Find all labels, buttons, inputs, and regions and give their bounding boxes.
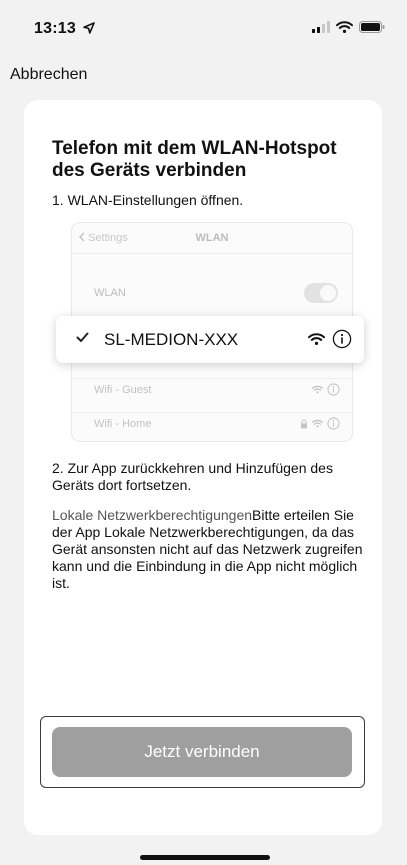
- illustration-wlan-row: WLAN: [72, 278, 352, 308]
- status-time-text: 13:13: [34, 20, 76, 37]
- status-time: 13:13: [34, 20, 95, 38]
- signal-icon: [312, 21, 330, 33]
- checkmark-icon: [76, 332, 89, 342]
- info-icon: [327, 417, 340, 430]
- connect-button-frame: Jetzt verbinden: [40, 716, 365, 788]
- illustration-navbar: Settings WLAN: [72, 223, 352, 253]
- home-indicator: [140, 855, 270, 860]
- instruction-card: Telefon mit dem WLAN-Hotspot des Geräts …: [24, 100, 382, 835]
- wifi-icon: [312, 419, 323, 428]
- illustration-network-label: Wifi - Home: [94, 418, 152, 430]
- cancel-button[interactable]: Abbrechen: [10, 66, 87, 84]
- illustration-wlan-label: WLAN: [94, 287, 126, 299]
- toggle-knob: [320, 285, 336, 301]
- illustration-nav-title: WLAN: [195, 232, 229, 244]
- connect-button[interactable]: Jetzt verbinden: [52, 727, 352, 777]
- step-2-text: 2. Zur App zurückkehren und Hinzufügen d…: [52, 460, 333, 493]
- info-icon: [327, 383, 340, 396]
- permission-heading: Lokale Netzwerkberechtigungen: [52, 507, 253, 523]
- selected-network-highlight: SL-MEDION-XXX: [56, 316, 364, 363]
- wifi-icon: [312, 385, 323, 394]
- wifi-icon: [308, 333, 325, 345]
- step-1-text: 1. WLAN-Einstellungen öffnen.: [52, 192, 244, 208]
- location-arrow-icon: [82, 22, 95, 34]
- selected-network-name: SL-MEDION-XXX: [104, 330, 239, 349]
- info-icon: [332, 329, 352, 349]
- wifi-icon: [336, 21, 353, 33]
- illustration-network-row: Wifi - Guest: [72, 378, 352, 403]
- status-bar: 13:13: [0, 0, 407, 50]
- illustration-wlan-toggle: [304, 283, 338, 303]
- illustration-network-label: Wifi - Guest: [94, 384, 152, 396]
- battery-icon: [359, 21, 385, 33]
- lock-icon: [301, 418, 307, 428]
- illustration-network-row: Wifi - Home: [72, 412, 352, 437]
- permission-note: Lokale NetzwerkberechtigungenBitte ertei…: [52, 507, 370, 592]
- divider: [72, 253, 352, 254]
- page-title: Telefon mit dem WLAN-Hotspot des Geräts …: [52, 138, 337, 181]
